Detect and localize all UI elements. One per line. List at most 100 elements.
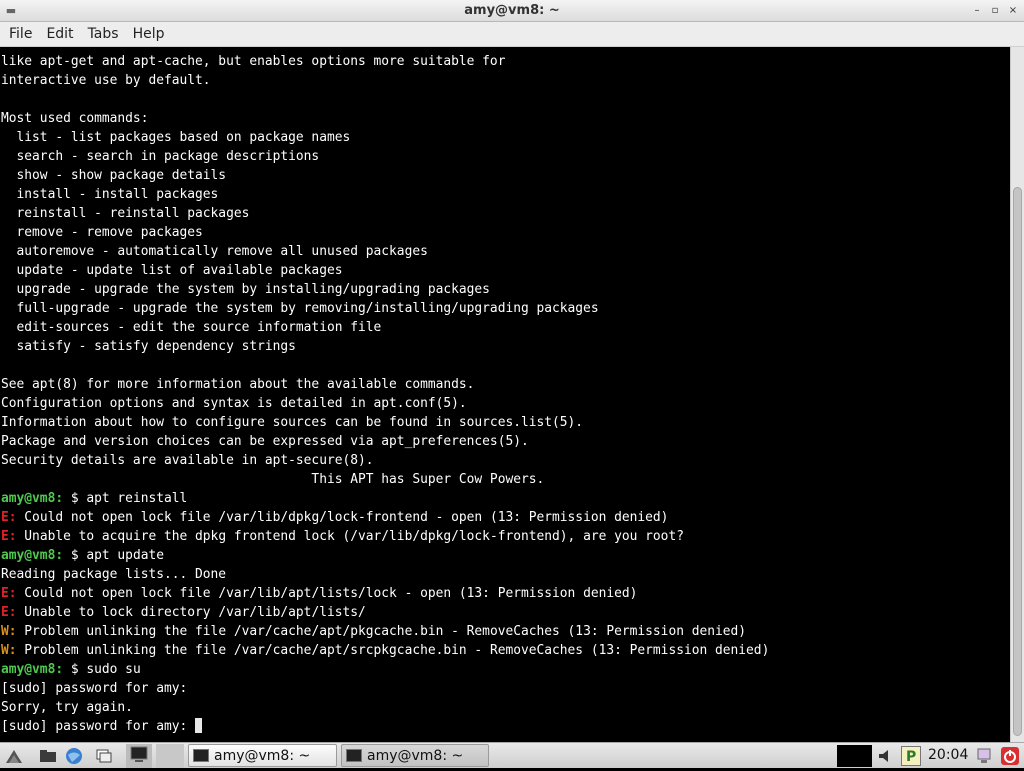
menu-tabs[interactable]: Tabs [81,22,126,46]
terminal-line: [sudo] password for amy: [1,717,1010,736]
terminal-line: Package and version choices can be expre… [1,432,1010,451]
terminal-line: E: Unable to lock directory /var/lib/apt… [1,603,1010,622]
output-text: search - search in package descriptions [1,149,320,164]
output-text: edit-sources - edit the source informati… [1,320,382,335]
terminal-line: Most used commands: [1,109,1010,128]
password-prompt: [sudo] password for amy: [1,719,196,734]
minimize-icon[interactable]: – [970,3,984,19]
terminal-line: autoremove - automatically remove all un… [1,242,1010,261]
error-message: Could not open lock file /var/lib/apt/li… [16,586,638,601]
terminal-line: W: Problem unlinking the file /var/cache… [1,641,1010,660]
window-title: amy@vm8: ~ [464,3,560,18]
terminal-line: This APT has Super Cow Powers. [1,470,1010,489]
error-message: Could not open lock file /var/lib/dpkg/l… [16,510,669,525]
web-browser-icon[interactable] [64,746,84,766]
menu-help[interactable]: Help [126,22,172,46]
shell-command: $ apt reinstall [63,491,188,506]
terminal-line: reinstall - reinstall packages [1,204,1010,223]
warning-prefix: W: [1,643,17,658]
taskbar-clock[interactable]: 20:04 [928,743,968,767]
output-text: Package and version choices can be expre… [1,434,529,449]
taskbar-window-button[interactable]: amy@vm8: ~ [341,744,489,767]
power-icon[interactable] [1000,746,1020,766]
taskbar-window-button-active[interactable]: amy@vm8: ~ [188,744,337,767]
shell-command: $ apt update [63,548,164,563]
svg-text:P: P [906,749,916,765]
maximize-icon[interactable]: ▫ [988,3,1002,19]
terminal-line: E: Could not open lock file /var/lib/dpk… [1,508,1010,527]
error-prefix: E: [1,510,17,525]
output-text: list - list packages based on package na… [1,130,351,145]
output-text: full-upgrade - upgrade the system by rem… [1,301,599,316]
terminal-line: like apt-get and apt-cache, but enables … [1,52,1010,71]
terminal-line: Security details are available in apt-se… [1,451,1010,470]
output-text: Most used commands: [1,111,149,126]
terminal-line: Configuration options and syntax is deta… [1,394,1010,413]
terminal-line: show - show package details [1,166,1010,185]
output-text: show - show package details [1,168,227,183]
terminal-line: Reading package lists... Done [1,565,1010,584]
taskbar: amy@vm8: ~ amy@vm8: ~ P 20:04 [0,742,1024,768]
terminal-line: install - install packages [1,185,1010,204]
shell-prompt: amy@vm8: [1,548,64,563]
terminal-line: amy@vm8: $ apt update [1,546,1010,565]
workspace-pager[interactable] [156,744,184,768]
terminal-scrollbar[interactable] [1010,47,1024,742]
output-text: satisfy - satisfy dependency strings [1,339,296,354]
terminal-line: E: Could not open lock file /var/lib/apt… [1,584,1010,603]
output-text: interactive use by default. [1,73,211,88]
error-prefix: E: [1,529,17,544]
shell-prompt: amy@vm8: [1,491,64,506]
title-bar[interactable]: ▬ amy@vm8: ~ – ▫ × [0,0,1024,22]
error-message: Unable to acquire the dpkg frontend lock… [16,529,684,544]
start-menu-icon[interactable] [4,746,24,766]
warning-message: Problem unlinking the file /var/cache/ap… [16,643,770,658]
terminal-line: search - search in package descriptions [1,147,1010,166]
window-switcher-icon[interactable] [94,746,114,766]
warning-message: Problem unlinking the file /var/cache/ap… [16,624,747,639]
output-text: upgrade - upgrade the system by installi… [1,282,490,297]
terminal-line: satisfy - satisfy dependency strings [1,337,1010,356]
terminal-line: full-upgrade - upgrade the system by rem… [1,299,1010,318]
terminal-line: edit-sources - edit the source informati… [1,318,1010,337]
terminal-icon[interactable] [126,744,152,768]
window-controls: – ▫ × [970,3,1020,19]
error-prefix: E: [1,605,17,620]
error-prefix: E: [1,586,17,601]
output-text: Information about how to configure sourc… [1,415,584,430]
output-text: like apt-get and apt-cache, but enables … [1,54,506,69]
terminal-line: interactive use by default. [1,71,1010,90]
terminal-line: upgrade - upgrade the system by installi… [1,280,1010,299]
scrollbar-thumb[interactable] [1013,187,1022,736]
text-cursor[interactable] [195,718,203,733]
file-manager-icon[interactable] [38,746,58,766]
error-message: Unable to lock directory /var/lib/apt/li… [16,605,366,620]
terminal-output[interactable]: like apt-get and apt-cache, but enables … [0,47,1010,742]
terminal-lines: like apt-get and apt-cache, but enables … [1,52,1010,736]
volume-icon[interactable] [876,746,896,766]
terminal-window-icon [346,749,362,762]
tray-area [837,745,872,767]
menu-file[interactable]: File [2,22,39,46]
output-text: reinstall - reinstall packages [1,206,250,221]
package-updater-icon[interactable]: P [901,746,921,766]
terminal-line: amy@vm8: $ apt reinstall [1,489,1010,508]
output-text: Reading package lists... Done [1,567,227,582]
terminal-line: update - update list of available packag… [1,261,1010,280]
output-text: See apt(8) for more information about th… [1,377,475,392]
output-text: remove - remove packages [1,225,203,240]
warning-prefix: W: [1,624,17,639]
terminal-line: Sorry, try again. [1,698,1010,717]
close-icon[interactable]: × [1006,3,1020,19]
lock-screen-icon[interactable] [974,746,994,766]
menu-bar: File Edit Tabs Help [0,22,1024,47]
shell-prompt: amy@vm8: [1,662,64,677]
output-text: Configuration options and syntax is deta… [1,396,467,411]
terminal-line: list - list packages based on package na… [1,128,1010,147]
menu-edit[interactable]: Edit [39,22,80,46]
output-text: This APT has Super Cow Powers. [1,472,545,487]
terminal-line: W: Problem unlinking the file /var/cache… [1,622,1010,641]
shell-command: $ sudo su [63,662,141,677]
